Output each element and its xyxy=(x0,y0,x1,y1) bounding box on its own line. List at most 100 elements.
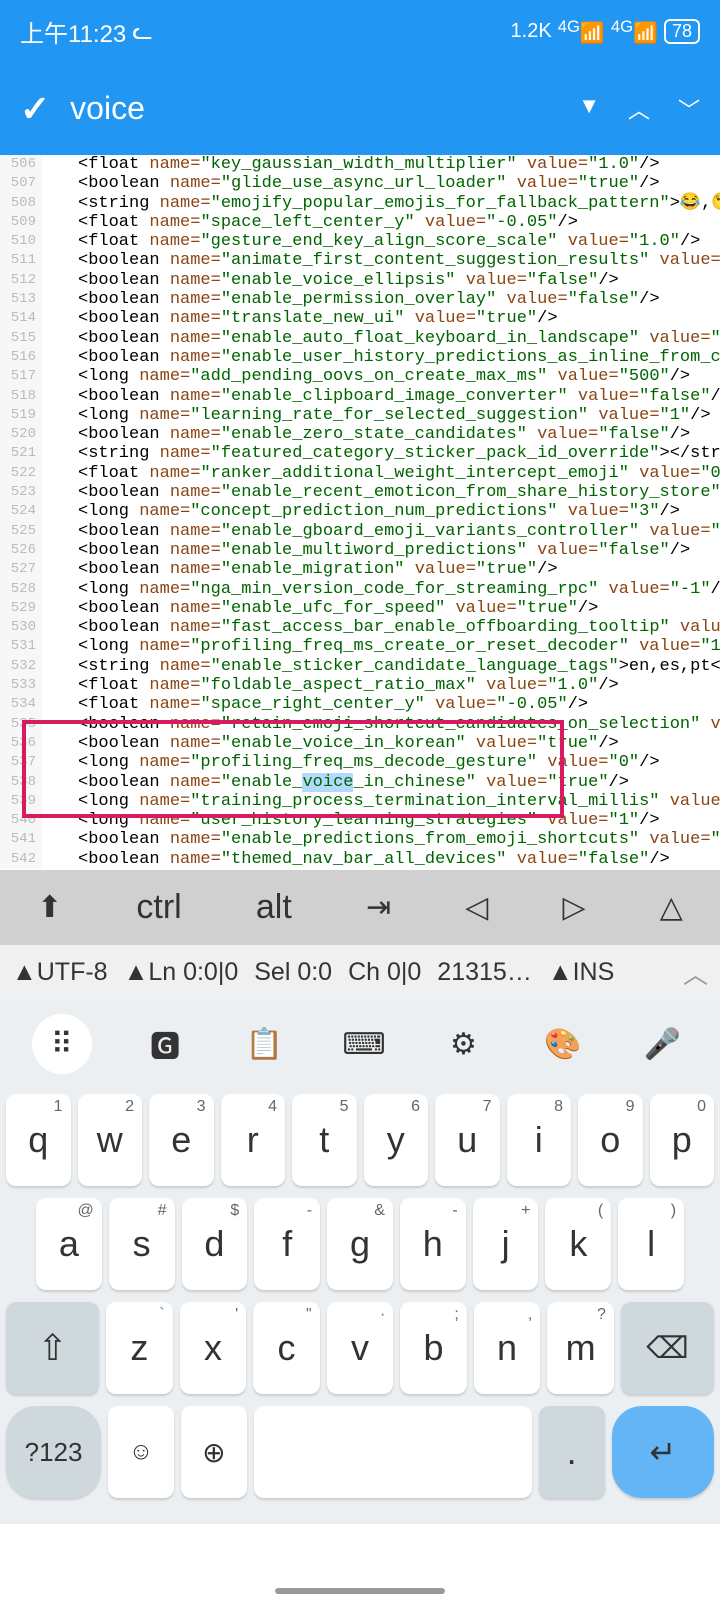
key-u[interactable]: u7 xyxy=(435,1094,500,1186)
code-line[interactable]: 524<long name="concept_prediction_num_pr… xyxy=(0,502,720,521)
battery-level: 78 xyxy=(664,19,700,44)
key-r[interactable]: r4 xyxy=(221,1094,286,1186)
code-line[interactable]: 511<boolean name="animate_first_content_… xyxy=(0,251,720,270)
symbols-key[interactable]: ?123 xyxy=(6,1406,101,1498)
signal-1: 4G📶 xyxy=(558,17,605,46)
search-input[interactable] xyxy=(70,90,558,127)
code-line[interactable]: 507<boolean name="glide_use_async_url_lo… xyxy=(0,174,720,193)
code-line[interactable]: 516<boolean name="enable_user_history_pr… xyxy=(0,348,720,367)
ctrl-key[interactable]: ctrl xyxy=(136,888,181,927)
enter-key[interactable]: ↵ xyxy=(612,1406,714,1498)
key-a[interactable]: a@ xyxy=(36,1198,102,1290)
code-line[interactable]: 542<boolean name="themed_nav_bar_all_dev… xyxy=(0,850,720,869)
backspace-key[interactable]: ⌫ xyxy=(621,1302,714,1394)
cursor-left-icon[interactable]: ◁ xyxy=(465,890,488,925)
key-d[interactable]: d$ xyxy=(182,1198,248,1290)
code-line[interactable]: 519<long name="learning_rate_for_selecte… xyxy=(0,406,720,425)
key-p[interactable]: p0 xyxy=(650,1094,715,1186)
code-line[interactable]: 526<boolean name="enable_multiword_predi… xyxy=(0,541,720,560)
alt-key[interactable]: alt xyxy=(256,888,292,927)
code-line[interactable]: 509<float name="space_left_center_y" val… xyxy=(0,213,720,232)
code-line[interactable]: 528<long name="nga_min_version_code_for_… xyxy=(0,580,720,599)
insert-mode[interactable]: ▲INS xyxy=(548,958,614,987)
key-l[interactable]: l) xyxy=(618,1198,684,1290)
language-key[interactable]: ⊕ xyxy=(181,1406,247,1498)
key-t[interactable]: t5 xyxy=(292,1094,357,1186)
clipboard-icon[interactable]: 📋 xyxy=(239,1018,291,1070)
code-line[interactable]: 508<string name="emojify_popular_emojis_… xyxy=(0,194,720,213)
settings-icon[interactable]: ⚙ xyxy=(437,1018,489,1070)
key-j[interactable]: j+ xyxy=(473,1198,539,1290)
shift-key[interactable]: ⇧ xyxy=(6,1302,99,1394)
code-line[interactable]: 512<boolean name="enable_voice_ellipsis"… xyxy=(0,271,720,290)
tab-icon[interactable]: ⇥ xyxy=(366,890,391,925)
key-b[interactable]: b; xyxy=(400,1302,467,1394)
mic-icon[interactable]: 🎤 xyxy=(636,1018,688,1070)
code-line[interactable]: 521<string name="featured_category_stick… xyxy=(0,444,720,463)
key-x[interactable]: x' xyxy=(180,1302,247,1394)
code-line[interactable]: 506<float name="key_gaussian_width_multi… xyxy=(0,155,720,174)
key-g[interactable]: g& xyxy=(327,1198,393,1290)
space-key[interactable] xyxy=(254,1406,532,1498)
apps-icon[interactable]: ⠿ xyxy=(32,1014,92,1074)
code-line[interactable]: 515<boolean name="enable_auto_float_keyb… xyxy=(0,329,720,348)
key-c[interactable]: c" xyxy=(253,1302,320,1394)
code-line[interactable]: 537<long name="profiling_freq_ms_decode_… xyxy=(0,753,720,772)
code-line[interactable]: 540<long name="user_history_learning_str… xyxy=(0,811,720,830)
triangle-icon[interactable]: △ xyxy=(660,890,683,925)
code-line[interactable]: 520<boolean name="enable_zero_state_cand… xyxy=(0,425,720,444)
code-line[interactable]: 517<long name="add_pending_oovs_on_creat… xyxy=(0,367,720,386)
key-m[interactable]: m? xyxy=(547,1302,614,1394)
code-line[interactable]: 522<float name="ranker_additional_weight… xyxy=(0,464,720,483)
key-i[interactable]: i8 xyxy=(507,1094,572,1186)
key-f[interactable]: f- xyxy=(254,1198,320,1290)
code-line[interactable]: 536<boolean name="enable_voice_in_korean… xyxy=(0,734,720,753)
code-line[interactable]: 533<float name="foldable_aspect_ratio_ma… xyxy=(0,676,720,695)
key-n[interactable]: n, xyxy=(474,1302,541,1394)
keyboard-icon[interactable]: ⌨ xyxy=(338,1018,390,1070)
code-line[interactable]: 523<boolean name="enable_recent_emoticon… xyxy=(0,483,720,502)
key-w[interactable]: w2 xyxy=(78,1094,143,1186)
translate-icon[interactable]: 🅶 xyxy=(139,1018,191,1070)
period-key[interactable]: . xyxy=(539,1406,605,1498)
home-indicator[interactable] xyxy=(275,1588,445,1594)
key-y[interactable]: y6 xyxy=(364,1094,429,1186)
code-line[interactable]: 531<long name="profiling_freq_ms_create_… xyxy=(0,637,720,656)
key-q[interactable]: q1 xyxy=(6,1094,71,1186)
code-line[interactable]: 530<boolean name="fast_access_bar_enable… xyxy=(0,618,720,637)
dropdown-icon[interactable]: ▼ xyxy=(578,93,600,125)
palette-icon[interactable]: 🎨 xyxy=(537,1018,589,1070)
code-line[interactable]: 514<boolean name="translate_new_ui" valu… xyxy=(0,309,720,328)
code-line[interactable]: 513<boolean name="enable_permission_over… xyxy=(0,290,720,309)
code-line[interactable]: 535<boolean name="retain_emoji_shortcut_… xyxy=(0,715,720,734)
key-e[interactable]: e3 xyxy=(149,1094,214,1186)
key-o[interactable]: o9 xyxy=(578,1094,643,1186)
cursor-right-icon[interactable]: ▷ xyxy=(563,890,586,925)
code-line[interactable]: 538<boolean name="enable_voice_in_chines… xyxy=(0,773,720,792)
key-k[interactable]: k( xyxy=(545,1198,611,1290)
code-line[interactable]: 529<boolean name="enable_ufc_for_speed" … xyxy=(0,599,720,618)
shift-up-icon[interactable]: ⬆ xyxy=(37,890,62,925)
collapse-icon[interactable]: ︿ xyxy=(683,955,708,991)
code-line[interactable]: 534<float name="space_right_center_y" va… xyxy=(0,695,720,714)
key-h[interactable]: h- xyxy=(400,1198,466,1290)
code-line[interactable]: 539<long name="training_process_terminat… xyxy=(0,792,720,811)
encoding[interactable]: ▲UTF-8 xyxy=(12,958,108,987)
confirm-icon[interactable]: ✓ xyxy=(20,88,50,130)
key-z[interactable]: z` xyxy=(106,1302,173,1394)
prev-match-icon[interactable]: ︿ xyxy=(628,93,650,125)
code-line[interactable]: 518<boolean name="enable_clipboard_image… xyxy=(0,387,720,406)
code-line[interactable]: 541<boolean name="enable_predictions_fro… xyxy=(0,830,720,849)
emoji-key[interactable]: ☺ xyxy=(108,1406,174,1498)
key-s[interactable]: s# xyxy=(109,1198,175,1290)
next-match-icon[interactable]: ﹀ xyxy=(678,93,700,125)
code-line[interactable]: 525<boolean name="enable_gboard_emoji_va… xyxy=(0,522,720,541)
status-bar: 上午11:23 ᓚ 1.2K 4G📶 4G📶 78 xyxy=(0,0,720,62)
code-line[interactable]: 527<boolean name="enable_migration" valu… xyxy=(0,560,720,579)
code-line[interactable]: 532<string name="enable_sticker_candidat… xyxy=(0,657,720,676)
line-pos[interactable]: ▲Ln 0:0|0 xyxy=(124,958,239,987)
status-time: 上午11:23 xyxy=(20,14,126,49)
code-line[interactable]: 510<float name="gesture_end_key_align_sc… xyxy=(0,232,720,251)
code-editor[interactable]: 506<float name="key_gaussian_width_multi… xyxy=(0,155,720,870)
key-v[interactable]: v· xyxy=(327,1302,394,1394)
